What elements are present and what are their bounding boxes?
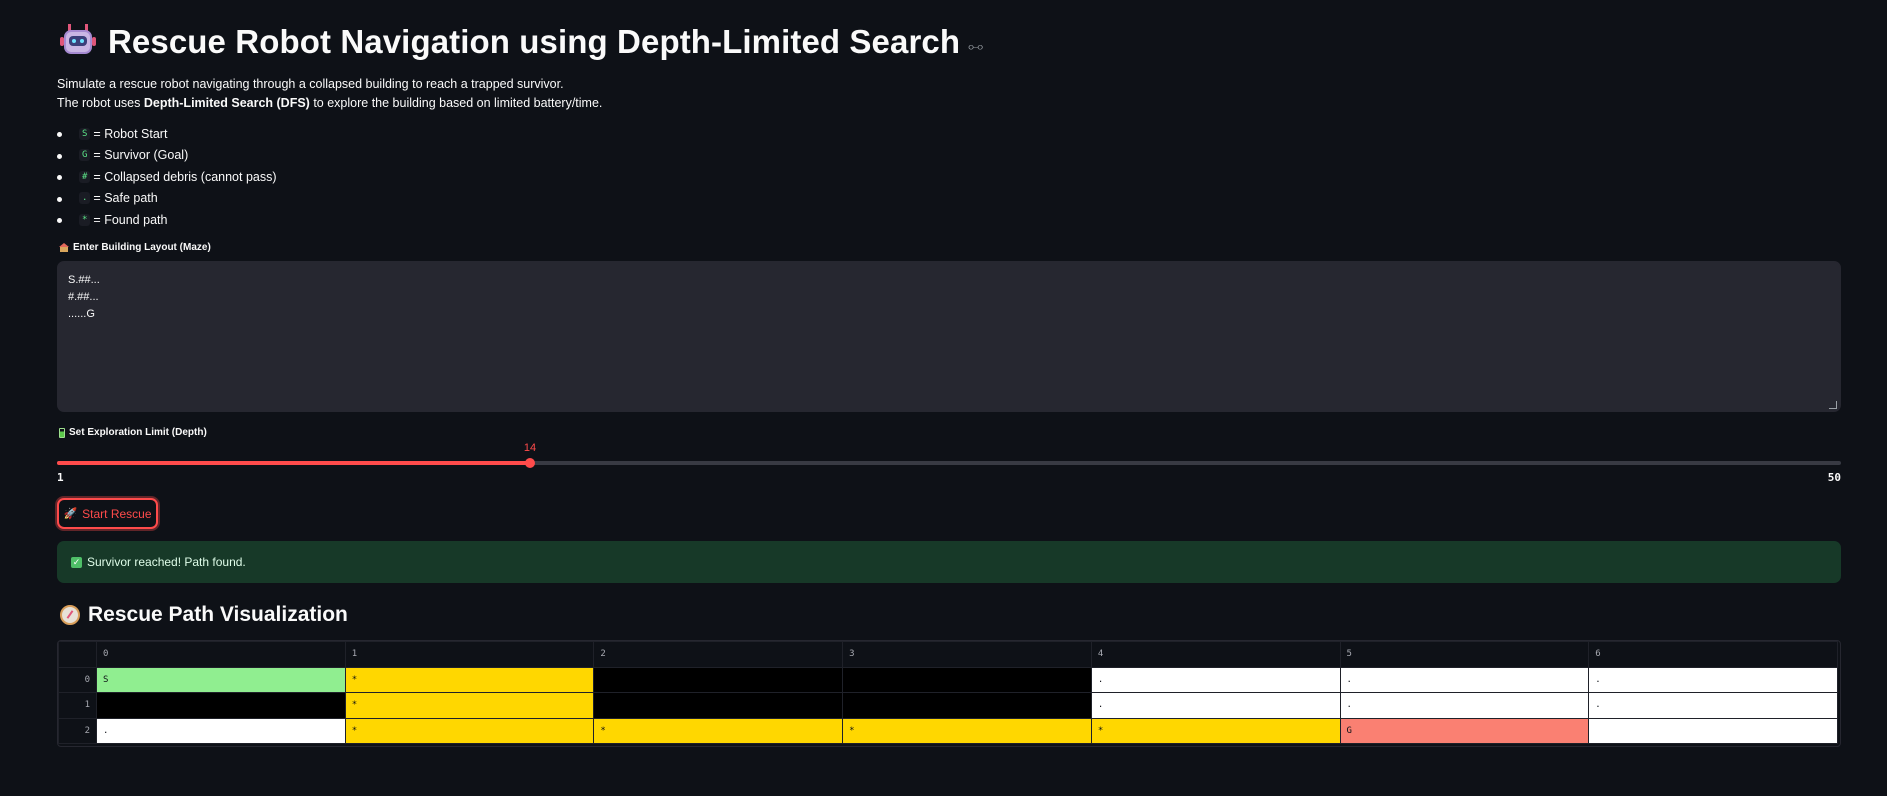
table-row: 1 *... [58,692,1838,719]
grid-cell[interactable]: . [1090,666,1341,693]
grid-cell[interactable] [842,692,1092,719]
legend-code: S [79,127,91,140]
page-header: Rescue Robot Navigation using Depth-Limi… [60,20,983,64]
description-line-1: Simulate a rescue robot navigating throu… [57,77,564,91]
check-icon: ✓ [71,556,82,568]
grid-cell[interactable]: G [1339,717,1590,744]
column-header[interactable]: 1 [344,641,595,668]
grid-cell[interactable]: . [1339,692,1590,719]
row-header: 1 [58,692,97,719]
path-grid-table[interactable]: 0 1 2 3 4 5 6 0 S *... 1 *... 2. * * * * G [57,640,1841,747]
table-header-row: 0 1 2 3 4 5 6 [58,641,1838,668]
textarea-resize-handle[interactable] [1829,401,1837,409]
grid-cell[interactable]: S [96,666,346,693]
legend-item: # = Collapsed debris (cannot pass) [57,166,277,188]
grid-cell[interactable]: * [344,717,595,744]
grid-cell[interactable]: . [96,717,346,744]
row-header: 2 [58,717,97,744]
grid-cell[interactable] [842,666,1092,693]
maze-input-label: Enter Building Layout (Maze) [59,242,211,253]
legend-item: * = Found path [57,209,277,231]
house-icon [59,243,69,252]
grid-cell[interactable]: * [593,717,844,744]
slider-thumb[interactable] [525,458,535,468]
legend-code: . [79,192,91,205]
grid-cell[interactable]: . [1588,692,1838,719]
compass-icon [60,605,80,625]
grid-cell[interactable] [96,692,346,719]
depth-slider[interactable]: 14 1 50 [57,442,1841,485]
visualization-title: Rescue Path Visualization [88,603,348,626]
slider-fill [57,461,530,465]
legend-item: G = Survivor (Goal) [57,145,277,167]
row-header: 0 [58,666,97,693]
depth-slider-label: Set Exploration Limit (Depth) [59,427,207,438]
column-header[interactable]: 5 [1339,641,1590,668]
grid-cell[interactable]: . [1588,666,1838,693]
column-header[interactable]: 4 [1090,641,1341,668]
grid-cell[interactable]: * [344,692,595,719]
table-row: 2. * * * * G [58,717,1838,744]
success-alert: ✓ Survivor reached! Path found. [57,541,1841,583]
column-header[interactable]: 0 [96,641,346,668]
battery-icon [59,427,65,438]
grid-cell[interactable] [593,692,844,719]
grid-cell[interactable]: . [1090,692,1341,719]
grid-cell[interactable]: * [344,666,595,693]
page-title: Rescue Robot Navigation using Depth-Limi… [108,23,961,60]
slider-max-label: 50 [1827,471,1841,484]
visualization-header: Rescue Path Visualization [60,603,348,627]
robot-icon [60,24,96,60]
legend-code: G [79,149,91,162]
grid-cell[interactable]: . [1339,666,1590,693]
maze-layout-textarea[interactable] [57,261,1841,412]
grid-cell[interactable] [1588,717,1838,744]
success-message: Survivor reached! Path found. [87,555,246,569]
description-line-2: The robot uses Depth-Limited Search (DFS… [57,96,603,110]
slider-current-value: 14 [523,442,537,454]
slider-min-label: 1 [57,471,64,484]
grid-cell[interactable]: * [1090,717,1341,744]
column-header[interactable]: 6 [1588,641,1838,668]
grid-cell[interactable] [593,666,844,693]
rocket-icon: 🚀 [63,508,78,520]
legend-item: . = Safe path [57,188,277,210]
grid-cell[interactable]: * [842,717,1092,744]
column-header[interactable]: 3 [842,641,1092,668]
legend-item: S = Robot Start [57,123,277,145]
legend-code: * [79,213,91,226]
legend-code: # [79,170,91,183]
table-corner [58,641,97,668]
page-description: Simulate a rescue robot navigating throu… [57,75,602,113]
link-icon[interactable]: ⧟ [968,38,983,55]
start-rescue-button[interactable]: 🚀 Start Rescue [57,498,158,529]
column-header[interactable]: 2 [593,641,844,668]
table-row: 0 S *... [58,666,1838,693]
legend-list: S = Robot Start G = Survivor (Goal) # = Col… [57,123,277,231]
